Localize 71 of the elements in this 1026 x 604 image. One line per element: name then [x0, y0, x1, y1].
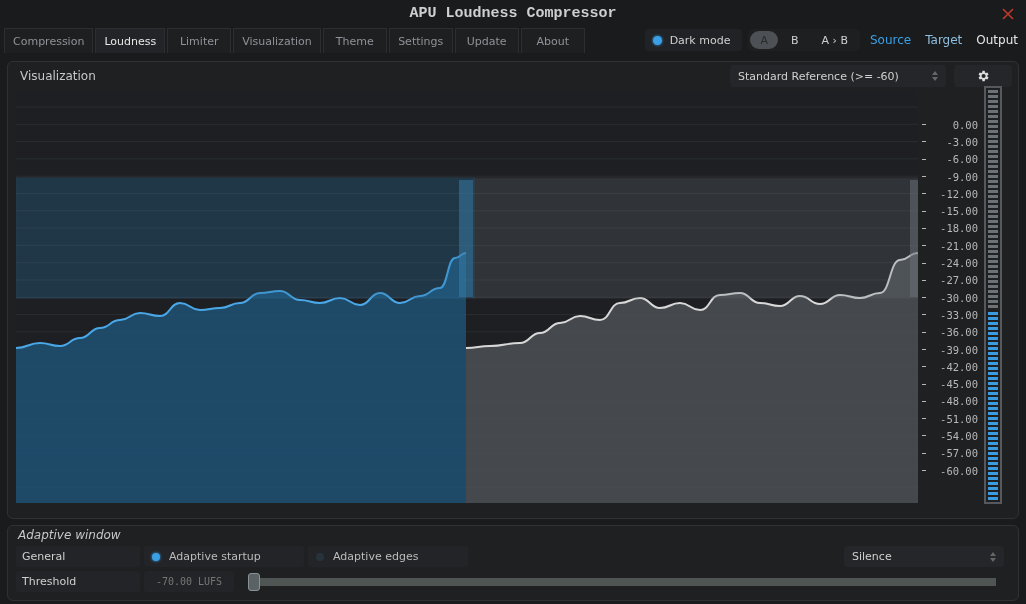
tick-mark	[922, 262, 926, 264]
tab[interactable]: Visualization	[233, 28, 321, 53]
scale-label: 0.00	[952, 118, 978, 131]
tab[interactable]: Loudness	[95, 28, 166, 53]
view-link[interactable]: Output	[972, 33, 1022, 47]
view-link[interactable]: Source	[865, 33, 916, 47]
scale-label: -57.00	[940, 447, 978, 460]
scale-label: -15.00	[940, 205, 978, 218]
window-title: APU Loudness Compressor	[409, 5, 617, 22]
tick-mark	[922, 331, 926, 333]
reference-dropdown[interactable]: Standard Reference (>= -60)	[730, 65, 946, 87]
tick-mark	[922, 176, 926, 178]
mode-dropdown[interactable]: Silence	[844, 546, 1004, 567]
tick-mark	[922, 158, 926, 160]
scale-label: -54.00	[940, 430, 978, 442]
tick-mark	[922, 279, 926, 281]
tab[interactable]: Limiter	[167, 28, 232, 53]
scale-label: -27.00	[940, 274, 978, 287]
tick-mark	[922, 400, 926, 402]
scale-label: -3.00	[946, 135, 978, 148]
tick-mark	[922, 124, 926, 126]
tick-mark	[922, 314, 926, 316]
scale-label: -24.00	[940, 257, 978, 269]
scale-label: -33.00	[940, 308, 978, 321]
row-label: Threshold	[16, 571, 140, 592]
tick-mark	[922, 210, 926, 212]
tab[interactable]: Settings	[388, 28, 453, 53]
scale-label: -48.00	[940, 395, 978, 408]
updown-icon	[932, 71, 938, 81]
scale-label: -60.00	[940, 464, 978, 477]
tick-mark	[922, 366, 926, 368]
tick-mark	[922, 349, 926, 350]
tick-mark	[922, 297, 926, 299]
scale-label: -9.00	[946, 170, 978, 183]
scale-label: -45.00	[940, 378, 978, 391]
scale-label: -6.00	[946, 153, 978, 166]
scale-label: -39.00	[940, 343, 978, 356]
panel-title: Adaptive window	[16, 528, 122, 542]
option-toggle[interactable]: Adaptive edges	[308, 546, 468, 567]
tab[interactable]: Update	[454, 28, 519, 53]
threshold-value: -70.00 LUFS	[144, 571, 234, 592]
tick-mark	[922, 452, 926, 454]
tick-mark	[922, 193, 926, 195]
tab[interactable]: Theme	[322, 28, 387, 53]
tick-mark	[922, 245, 926, 247]
tick-mark	[922, 227, 926, 229]
panel-title: Visualization	[19, 69, 96, 83]
tab[interactable]: About	[520, 28, 585, 53]
scale-label: -51.00	[940, 412, 978, 425]
row-label: General	[16, 546, 140, 567]
dark-mode-toggle[interactable]: Dark mode	[644, 29, 743, 51]
scale-label: -30.00	[940, 291, 978, 304]
tick-mark	[922, 418, 926, 420]
close-icon[interactable]	[1002, 8, 1014, 20]
scale-label: -21.00	[940, 239, 978, 252]
settings-button[interactable]	[954, 65, 1012, 87]
scale-label: -36.00	[940, 326, 978, 339]
tick-mark	[922, 435, 926, 437]
ab-button[interactable]: A › B	[811, 31, 858, 49]
tick-mark	[922, 470, 926, 472]
tick-mark	[922, 383, 926, 385]
option-toggle[interactable]: Adaptive startup	[144, 546, 304, 567]
scale-label: -42.00	[940, 360, 978, 373]
view-link[interactable]: Target	[921, 33, 967, 47]
tick-mark	[922, 141, 926, 143]
scale-label: -12.00	[940, 187, 978, 200]
ab-button[interactable]: B	[780, 31, 809, 49]
updown-icon	[990, 551, 996, 562]
gear-icon	[976, 69, 990, 83]
scale-label: -18.00	[940, 222, 978, 235]
tab[interactable]: Compression	[4, 28, 94, 53]
